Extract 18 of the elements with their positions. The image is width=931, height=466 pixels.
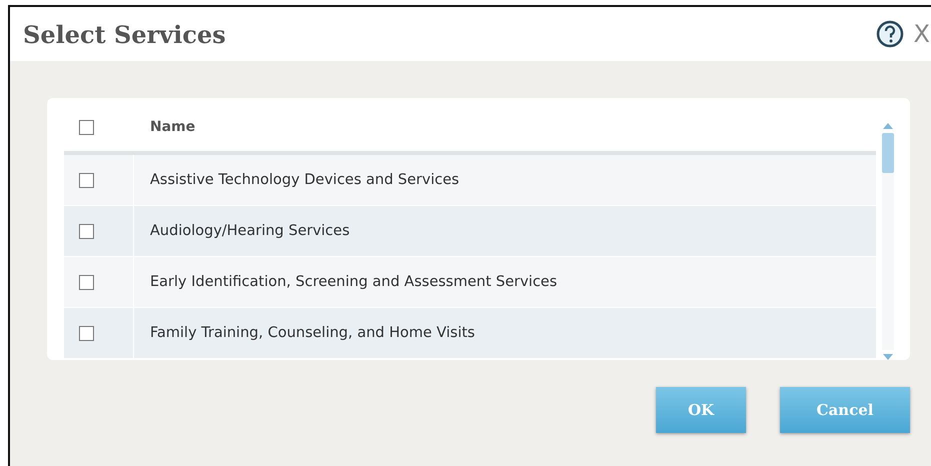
column-header: Name bbox=[149, 119, 196, 135]
service-name: Family Training, Counseling, and Home Visits bbox=[149, 325, 475, 341]
service-row[interactable]: Assistive Technology Devices and Services bbox=[64, 155, 876, 206]
row-checkbox[interactable] bbox=[79, 224, 94, 238]
row-checkbox[interactable] bbox=[79, 172, 94, 188]
select-all-checkbox[interactable] bbox=[79, 120, 94, 134]
service-row[interactable]: Early Identification, Screening and Assessment Services bbox=[64, 257, 876, 308]
service-name: Early Identification, Screening and Assessment Services bbox=[149, 274, 558, 290]
scroll-thumb[interactable] bbox=[882, 133, 894, 173]
row-checkbox[interactable] bbox=[79, 274, 94, 290]
close-button[interactable]: X bbox=[914, 22, 930, 46]
help-icon[interactable] bbox=[876, 20, 904, 48]
service-name: Assistive Technology Devices and Services bbox=[149, 172, 460, 188]
row-checkbox[interactable] bbox=[79, 326, 94, 340]
dialog-title: Select Services bbox=[23, 20, 227, 48]
service-name: Audiology/Hearing Services bbox=[149, 223, 350, 239]
service-row[interactable]: Family Training, Counseling, and Home Visits bbox=[64, 308, 876, 359]
service-row[interactable]: Audiology/Hearing Services bbox=[64, 206, 876, 257]
